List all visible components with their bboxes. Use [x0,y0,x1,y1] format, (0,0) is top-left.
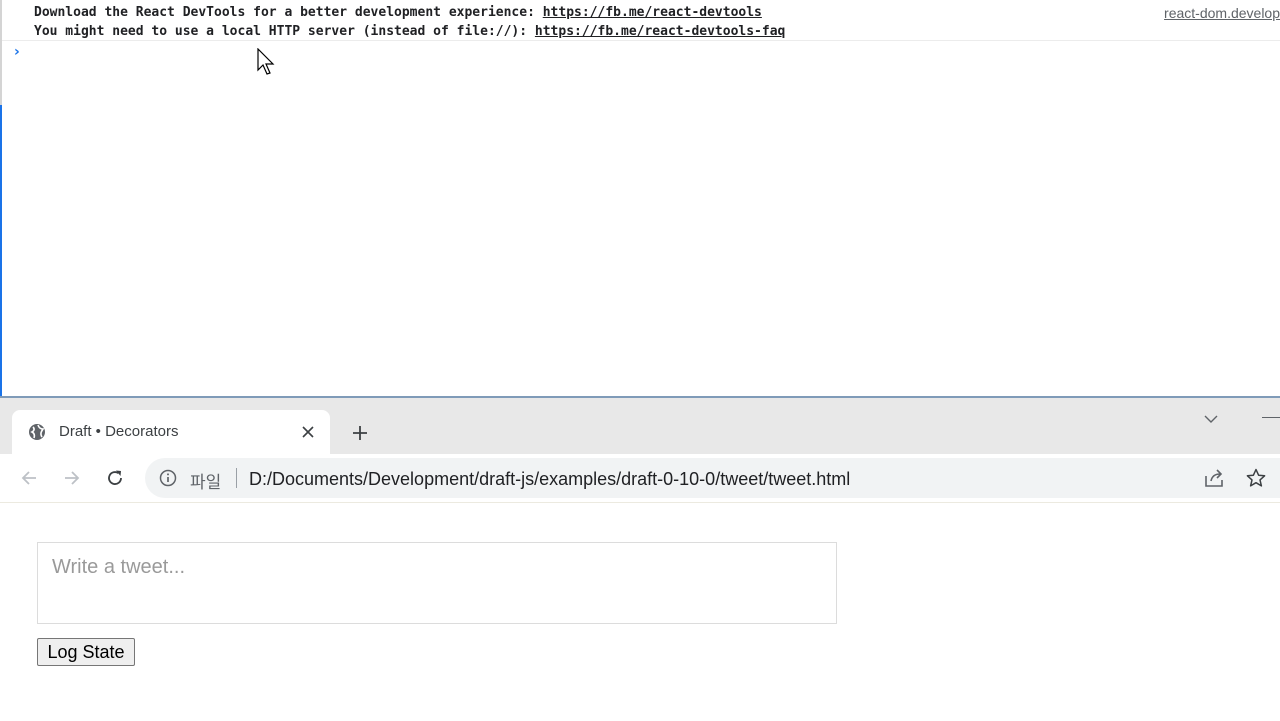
console-message-text-2: You might need to use a local HTTP serve… [34,24,535,39]
share-icon[interactable] [1203,467,1225,489]
url-input[interactable] [247,465,1181,493]
security-chip-label[interactable]: 파일 [190,468,221,493]
plus-icon[interactable] [348,421,372,445]
console-message-text-1: Download the React DevTools for a better… [34,5,543,20]
tab-strip: Draft • Decorators [0,398,1280,454]
console-prompt-chevron-icon: › [14,44,20,60]
console-input[interactable] [34,43,1238,65]
tab-draft-decorators[interactable]: Draft • Decorators [12,410,330,454]
forward-arrow-icon[interactable] [60,466,84,490]
back-arrow-icon[interactable] [17,466,41,490]
console-prompt-row[interactable]: › [2,41,1280,67]
globe-icon [29,424,45,440]
browser-toolbar: 파일 [0,454,1280,503]
chevron-down-icon[interactable] [1202,410,1220,428]
devtools-console: Download the React DevTools for a better… [0,0,1280,397]
close-icon[interactable] [298,422,318,442]
page-content: Write a tweet... Log State [0,503,1280,721]
browser-window: Draft • Decorators 파일 D:/Documents/Devel… [0,398,1280,721]
react-devtools-faq-link[interactable]: https://fb.me/react-devtools-faq [535,24,785,39]
tab-title: Draft • Decorators [59,423,179,440]
tweet-editor-placeholder: Write a tweet... [52,556,186,578]
react-devtools-link[interactable]: https://fb.me/react-devtools [543,5,762,20]
console-message-line-2: You might need to use a local HTTP serve… [34,24,785,39]
console-message-source-link[interactable]: react-dom.develop [1164,5,1280,21]
console-message: Download the React DevTools for a better… [2,0,1280,41]
info-icon[interactable] [159,469,177,487]
address-bar[interactable]: 파일 [145,458,1280,498]
mouse-pointer-icon [257,48,275,75]
address-bar-divider [236,468,237,488]
console-message-line-1: Download the React DevTools for a better… [34,5,762,20]
console-focus-accent [0,105,2,397]
tweet-editor[interactable]: Write a tweet... [37,542,837,624]
star-icon[interactable] [1245,467,1267,489]
window-minimize-button[interactable] [1262,417,1280,418]
reload-icon[interactable] [103,466,127,490]
log-state-button[interactable]: Log State [37,638,135,666]
